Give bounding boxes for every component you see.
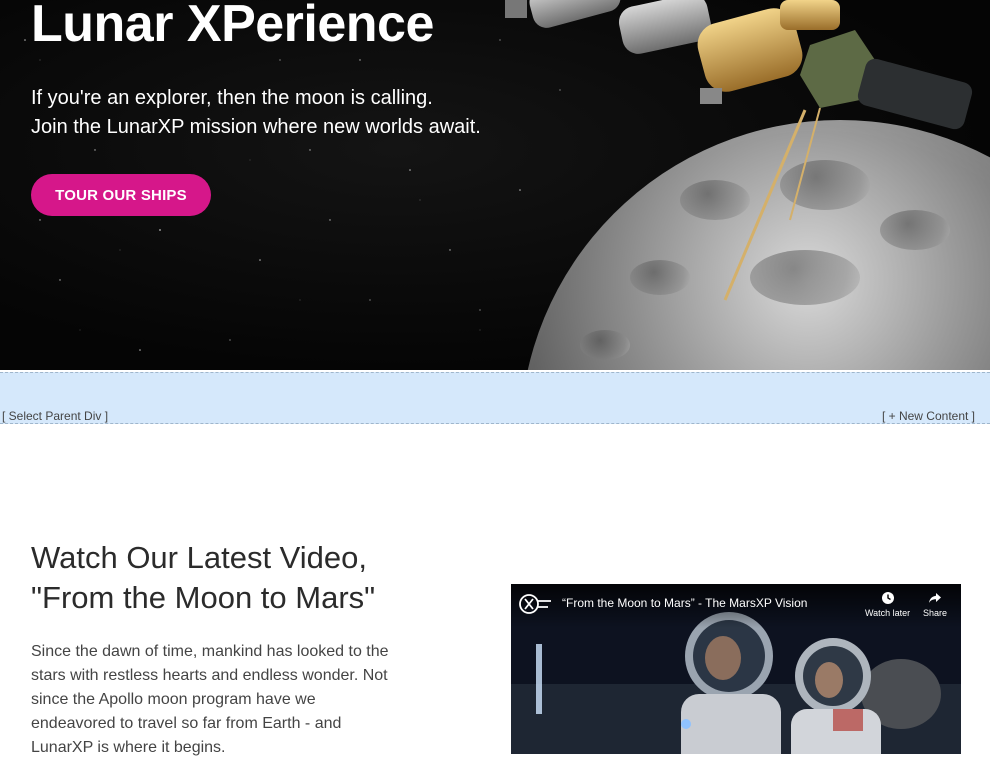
tour-our-ships-button[interactable]: TOUR OUR SHIPS	[31, 174, 211, 216]
xp-logo-icon	[519, 594, 551, 614]
share-button[interactable]: Share	[923, 591, 947, 618]
watch-later-label: Watch later	[865, 608, 911, 618]
share-icon	[929, 593, 942, 603]
editor-insert-bar: [ Select Parent Div ] [ + New Content ]	[0, 372, 990, 424]
body-line: endeavored to travel so far from Earth -…	[31, 715, 342, 732]
clock-icon	[881, 592, 894, 604]
hero-banner: Lunar XPerience If you're an explorer, t…	[0, 0, 990, 370]
hero-line-1: If you're an explorer, then the moon is …	[31, 87, 433, 109]
watch-later-button[interactable]: Watch later	[865, 591, 910, 618]
select-parent-div-link[interactable]: [ Select Parent Div ]	[2, 409, 108, 423]
hero-description: If you're an explorer, then the moon is …	[31, 84, 551, 142]
hero-title: Lunar XPerience	[31, 0, 434, 53]
hero-line-2: Join the LunarXP mission where new world…	[31, 116, 481, 138]
body-line: since the Apollo moon program have we	[31, 691, 316, 708]
body-line: LunarXP is where it begins.	[31, 739, 226, 756]
video-section-title: Watch Our Latest Video, "From the Moon t…	[31, 538, 471, 618]
video-title-line-1: Watch Our Latest Video,	[31, 540, 368, 575]
body-line: Since the dawn of time, mankind has look…	[31, 643, 389, 660]
new-content-link[interactable]: [ + New Content ]	[882, 409, 975, 423]
video-title[interactable]: “From the Moon to Mars” - The MarsXP Vis…	[562, 596, 807, 610]
body-line: stars with restless hearts and endless w…	[31, 667, 388, 684]
video-player[interactable]: “From the Moon to Mars” - The MarsXP Vis…	[511, 584, 961, 754]
share-label: Share	[923, 608, 948, 618]
video-title-line-2: "From the Moon to Mars"	[31, 580, 376, 615]
video-section-body: Since the dawn of time, mankind has look…	[31, 640, 401, 760]
